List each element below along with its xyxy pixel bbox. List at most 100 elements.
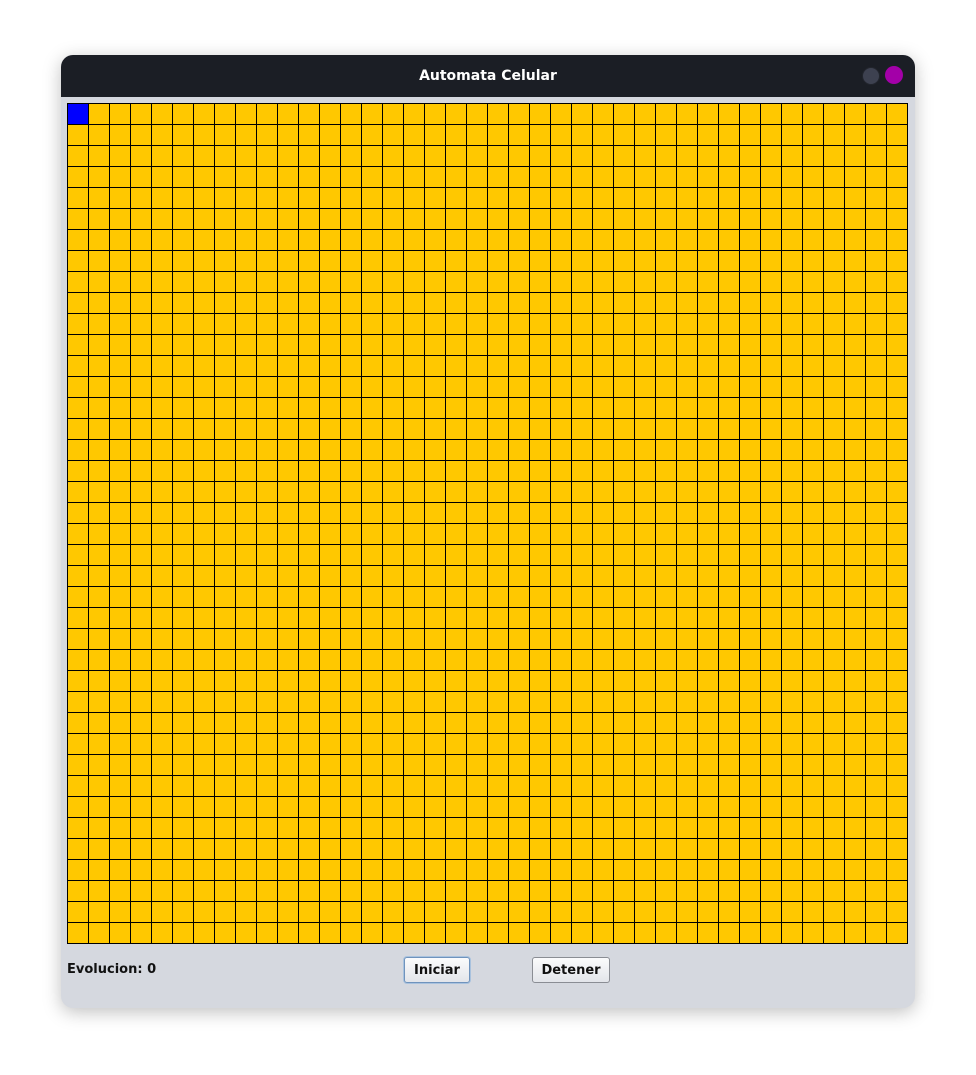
cell[interactable] bbox=[467, 293, 487, 313]
cell[interactable] bbox=[803, 881, 823, 901]
cell[interactable] bbox=[887, 440, 907, 460]
cell[interactable] bbox=[782, 734, 802, 754]
cell[interactable] bbox=[656, 692, 676, 712]
cell[interactable] bbox=[845, 881, 865, 901]
cell[interactable] bbox=[614, 818, 634, 838]
cell[interactable] bbox=[824, 881, 844, 901]
cell[interactable] bbox=[488, 419, 508, 439]
cell[interactable] bbox=[803, 629, 823, 649]
cell[interactable] bbox=[257, 188, 277, 208]
cell[interactable] bbox=[845, 713, 865, 733]
cell[interactable] bbox=[257, 524, 277, 544]
cell[interactable] bbox=[572, 692, 592, 712]
cell[interactable] bbox=[131, 755, 151, 775]
cell[interactable] bbox=[509, 440, 529, 460]
cell[interactable] bbox=[761, 377, 781, 397]
cell[interactable] bbox=[362, 482, 382, 502]
cell[interactable] bbox=[299, 188, 319, 208]
cell[interactable] bbox=[698, 776, 718, 796]
cell[interactable] bbox=[173, 335, 193, 355]
cell[interactable] bbox=[593, 125, 613, 145]
cell[interactable] bbox=[383, 797, 403, 817]
cell[interactable] bbox=[467, 650, 487, 670]
cell[interactable] bbox=[488, 713, 508, 733]
cell[interactable] bbox=[299, 104, 319, 124]
cell[interactable] bbox=[278, 839, 298, 859]
cell[interactable] bbox=[341, 881, 361, 901]
cell[interactable] bbox=[803, 524, 823, 544]
cell[interactable] bbox=[467, 566, 487, 586]
cell[interactable] bbox=[68, 377, 88, 397]
cell[interactable] bbox=[845, 734, 865, 754]
cell[interactable] bbox=[866, 671, 886, 691]
cell[interactable] bbox=[719, 461, 739, 481]
cell[interactable] bbox=[887, 398, 907, 418]
cell[interactable] bbox=[194, 923, 214, 943]
cell[interactable] bbox=[551, 440, 571, 460]
cell[interactable] bbox=[656, 251, 676, 271]
cell[interactable] bbox=[89, 293, 109, 313]
cell[interactable] bbox=[68, 860, 88, 880]
cell[interactable] bbox=[467, 146, 487, 166]
cell[interactable] bbox=[866, 587, 886, 607]
cell[interactable] bbox=[362, 797, 382, 817]
cell[interactable] bbox=[761, 755, 781, 775]
cell[interactable] bbox=[278, 251, 298, 271]
cell[interactable] bbox=[761, 650, 781, 670]
cell[interactable] bbox=[614, 587, 634, 607]
cell[interactable] bbox=[236, 608, 256, 628]
cell[interactable] bbox=[656, 440, 676, 460]
cell[interactable] bbox=[824, 566, 844, 586]
cell[interactable] bbox=[656, 125, 676, 145]
cell[interactable] bbox=[68, 524, 88, 544]
cell[interactable] bbox=[425, 272, 445, 292]
cell[interactable] bbox=[68, 314, 88, 334]
cell[interactable] bbox=[530, 902, 550, 922]
cell[interactable] bbox=[236, 713, 256, 733]
cell[interactable] bbox=[173, 860, 193, 880]
cell[interactable] bbox=[362, 440, 382, 460]
cell[interactable] bbox=[320, 335, 340, 355]
cell[interactable] bbox=[467, 881, 487, 901]
cell[interactable] bbox=[656, 839, 676, 859]
cell[interactable] bbox=[299, 503, 319, 523]
cell[interactable] bbox=[530, 293, 550, 313]
cell[interactable] bbox=[467, 818, 487, 838]
cell[interactable] bbox=[446, 923, 466, 943]
cell[interactable] bbox=[278, 713, 298, 733]
cell[interactable] bbox=[173, 839, 193, 859]
cell[interactable] bbox=[362, 209, 382, 229]
cell[interactable] bbox=[383, 524, 403, 544]
cell[interactable] bbox=[719, 671, 739, 691]
cell[interactable] bbox=[110, 356, 130, 376]
cell[interactable] bbox=[698, 629, 718, 649]
cell[interactable] bbox=[446, 314, 466, 334]
cell[interactable] bbox=[404, 776, 424, 796]
cell[interactable] bbox=[404, 209, 424, 229]
cell[interactable] bbox=[425, 377, 445, 397]
cell[interactable] bbox=[740, 335, 760, 355]
cell[interactable] bbox=[404, 272, 424, 292]
cell[interactable] bbox=[320, 629, 340, 649]
cell[interactable] bbox=[236, 356, 256, 376]
cell[interactable] bbox=[782, 335, 802, 355]
cell[interactable] bbox=[530, 650, 550, 670]
cell[interactable] bbox=[446, 902, 466, 922]
cell[interactable] bbox=[68, 713, 88, 733]
cell[interactable] bbox=[593, 692, 613, 712]
cell[interactable] bbox=[614, 713, 634, 733]
cell[interactable] bbox=[761, 902, 781, 922]
cell[interactable] bbox=[299, 146, 319, 166]
cell[interactable] bbox=[257, 776, 277, 796]
cell[interactable] bbox=[530, 629, 550, 649]
cell[interactable] bbox=[299, 125, 319, 145]
cell[interactable] bbox=[299, 818, 319, 838]
cell[interactable] bbox=[488, 146, 508, 166]
cell[interactable] bbox=[320, 713, 340, 733]
cell[interactable] bbox=[719, 923, 739, 943]
cell[interactable] bbox=[698, 839, 718, 859]
cell[interactable] bbox=[299, 524, 319, 544]
cell[interactable] bbox=[194, 167, 214, 187]
cell[interactable] bbox=[614, 188, 634, 208]
cell[interactable] bbox=[68, 335, 88, 355]
